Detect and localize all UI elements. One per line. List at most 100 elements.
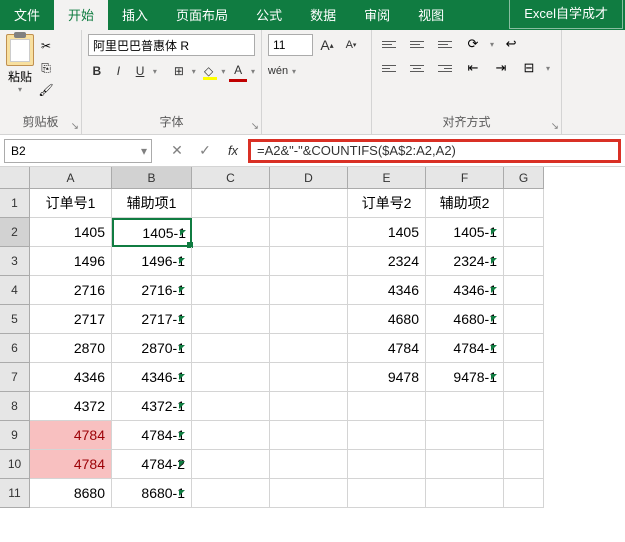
cell-E4[interactable]: 4346 — [348, 276, 426, 305]
cell-D2[interactable] — [270, 218, 348, 247]
cell-E1[interactable]: 订单号2 — [348, 189, 426, 218]
row-header-10[interactable]: 10 — [0, 450, 30, 479]
cell-A11[interactable]: 8680 — [30, 479, 112, 508]
cell-E11[interactable] — [348, 479, 426, 508]
align-top-button[interactable] — [378, 34, 400, 54]
tab-data[interactable]: 数据 — [296, 0, 350, 30]
orientation-button[interactable]: ⟳ — [462, 34, 484, 54]
cell-G8[interactable] — [504, 392, 544, 421]
col-header-F[interactable]: F — [426, 167, 504, 189]
col-header-B[interactable]: B — [112, 167, 192, 189]
cell-E3[interactable]: 2324 — [348, 247, 426, 276]
row-header-3[interactable]: 3 — [0, 247, 30, 276]
cell-E8[interactable] — [348, 392, 426, 421]
cell-E10[interactable] — [348, 450, 426, 479]
cell-A3[interactable]: 1496 — [30, 247, 112, 276]
cell-C9[interactable] — [192, 421, 270, 450]
shrink-font-button[interactable]: A▾ — [341, 34, 361, 56]
cut-icon[interactable]: ✂ — [36, 36, 56, 56]
col-header-C[interactable]: C — [192, 167, 270, 189]
cell-B9[interactable]: 4784-1 — [112, 421, 192, 450]
fx-icon[interactable]: fx — [220, 139, 246, 163]
italic-button[interactable]: I — [110, 60, 128, 82]
row-header-9[interactable]: 9 — [0, 421, 30, 450]
cell-D6[interactable] — [270, 334, 348, 363]
cell-B1[interactable]: 辅助项1 — [112, 189, 192, 218]
cell-D5[interactable] — [270, 305, 348, 334]
cell-C4[interactable] — [192, 276, 270, 305]
cell-B4[interactable]: 2716-1 — [112, 276, 192, 305]
cell-E9[interactable] — [348, 421, 426, 450]
confirm-icon[interactable]: ✓ — [192, 139, 218, 163]
format-painter-icon[interactable]: 🖌 — [36, 80, 56, 100]
col-header-G[interactable]: G — [504, 167, 544, 189]
formula-input[interactable]: =A2&"-"&COUNTIFS($A$2:A2,A2) — [248, 139, 621, 163]
cell-G2[interactable] — [504, 218, 544, 247]
cell-A2[interactable]: 1405 — [30, 218, 112, 247]
wrap-text-button[interactable]: ↩ — [500, 34, 522, 54]
cell-F10[interactable] — [426, 450, 504, 479]
cell-F2[interactable]: 1405-1 — [426, 218, 504, 247]
cell-A7[interactable]: 4346 — [30, 363, 112, 392]
clipboard-launcher-icon[interactable]: ↘ — [71, 121, 79, 132]
merge-button[interactable]: ⊟ — [518, 58, 540, 78]
row-header-4[interactable]: 4 — [0, 276, 30, 305]
col-header-A[interactable]: A — [30, 167, 112, 189]
bold-button[interactable]: B — [88, 60, 106, 82]
cancel-icon[interactable]: ✕ — [164, 139, 190, 163]
cell-B6[interactable]: 2870-1 — [112, 334, 192, 363]
row-header-6[interactable]: 6 — [0, 334, 30, 363]
cell-B11[interactable]: 8680-1 — [112, 479, 192, 508]
name-box[interactable]: B2 — [4, 139, 152, 163]
tab-formulas[interactable]: 公式 — [242, 0, 296, 30]
cell-E7[interactable]: 9478 — [348, 363, 426, 392]
cell-B5[interactable]: 2717-1 — [112, 305, 192, 334]
cell-E2[interactable]: 1405 — [348, 218, 426, 247]
cell-F5[interactable]: 4680-1 — [426, 305, 504, 334]
cell-D7[interactable] — [270, 363, 348, 392]
cell-F11[interactable] — [426, 479, 504, 508]
row-header-5[interactable]: 5 — [0, 305, 30, 334]
paste-label[interactable]: 粘贴 — [8, 68, 32, 85]
cell-D11[interactable] — [270, 479, 348, 508]
cell-G9[interactable] — [504, 421, 544, 450]
cell-C10[interactable] — [192, 450, 270, 479]
cell-D1[interactable] — [270, 189, 348, 218]
cell-F4[interactable]: 4346-1 — [426, 276, 504, 305]
cell-D3[interactable] — [270, 247, 348, 276]
cell-G4[interactable] — [504, 276, 544, 305]
tab-insert[interactable]: 插入 — [108, 0, 162, 30]
underline-button[interactable]: U — [131, 60, 149, 82]
fill-color-button[interactable]: ◇ — [200, 60, 218, 82]
cell-D9[interactable] — [270, 421, 348, 450]
cell-D10[interactable] — [270, 450, 348, 479]
cell-G10[interactable] — [504, 450, 544, 479]
phonetic-button[interactable]: wén — [268, 60, 288, 82]
cell-F3[interactable]: 2324-1 — [426, 247, 504, 276]
cell-D4[interactable] — [270, 276, 348, 305]
font-color-button[interactable]: A — [229, 60, 247, 82]
cell-C11[interactable] — [192, 479, 270, 508]
font-name-input[interactable] — [88, 34, 255, 56]
align-bottom-button[interactable] — [434, 34, 456, 54]
cell-B10[interactable]: 4784-2 — [112, 450, 192, 479]
cell-B3[interactable]: 1496-1 — [112, 247, 192, 276]
tab-custom[interactable]: Excel自学成才 — [509, 0, 623, 29]
cell-C5[interactable] — [192, 305, 270, 334]
cell-F6[interactable]: 4784-1 — [426, 334, 504, 363]
align-right-button[interactable] — [434, 58, 456, 78]
cell-F1[interactable]: 辅助项2 — [426, 189, 504, 218]
cell-E5[interactable]: 4680 — [348, 305, 426, 334]
cell-G5[interactable] — [504, 305, 544, 334]
cell-F7[interactable]: 9478-1 — [426, 363, 504, 392]
tab-page-layout[interactable]: 页面布局 — [162, 0, 242, 30]
align-center-button[interactable] — [406, 58, 428, 78]
cell-B2[interactable]: 1405-1 — [112, 218, 192, 247]
col-header-D[interactable]: D — [270, 167, 348, 189]
align-launcher-icon[interactable]: ↘ — [551, 121, 559, 132]
cell-A6[interactable]: 2870 — [30, 334, 112, 363]
cell-A1[interactable]: 订单号1 — [30, 189, 112, 218]
cell-E6[interactable]: 4784 — [348, 334, 426, 363]
tab-view[interactable]: 视图 — [404, 0, 458, 30]
cell-G1[interactable] — [504, 189, 544, 218]
